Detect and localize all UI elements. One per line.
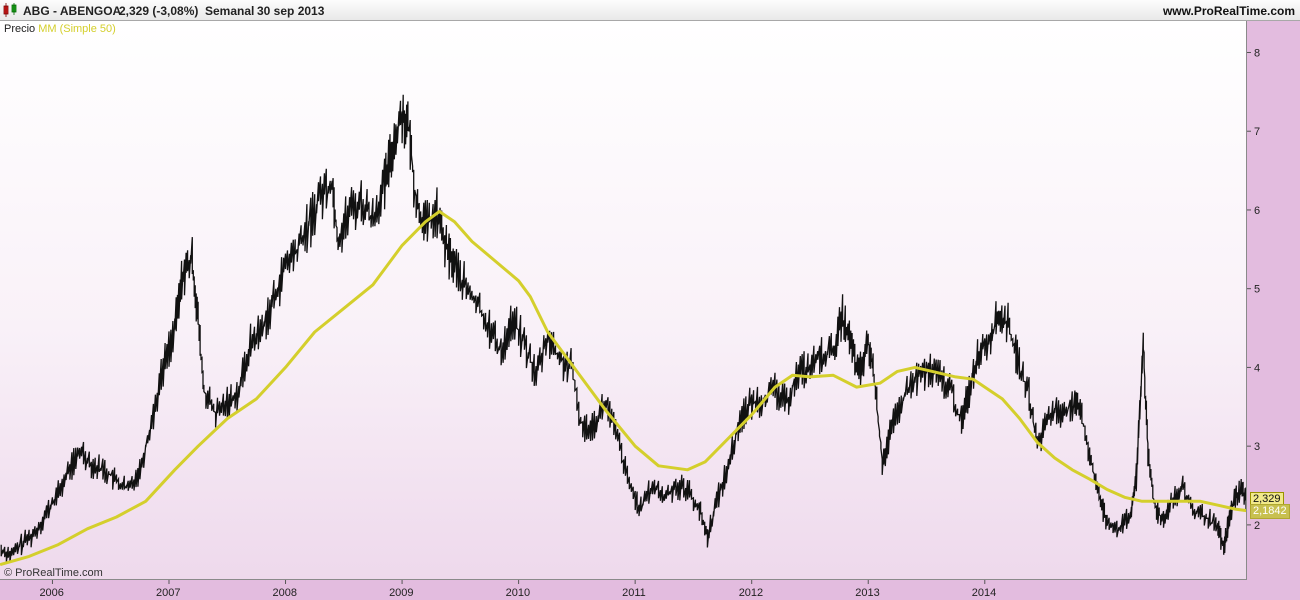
y-tick-label: 5 [1254, 284, 1260, 296]
price-chart [0, 94, 1246, 566]
y-tick-label: 7 [1254, 126, 1260, 138]
x-tick-label: 2013 [855, 587, 879, 599]
legend-moving-average: MM (Simple 50) [38, 23, 116, 35]
watermark: © ProRealTime.com [4, 567, 103, 579]
legend-price: Precio [4, 23, 36, 35]
y-tick-label: 3 [1254, 441, 1260, 453]
chart-header: ABG - ABENGOA 2,329 (-3,08%) Semanal 30 … [0, 0, 1300, 21]
y-tick-label: 2 [1254, 520, 1260, 532]
x-tick-label: 2010 [506, 587, 530, 599]
x-axis-ticks: 2006 2007 2008 2009 2010 2011 2012 2013 2014 [39, 580, 996, 599]
period-label: Semanal [205, 4, 255, 18]
site-link[interactable]: www.ProRealTime.com [1163, 4, 1295, 18]
x-axis[interactable]: 2006 2007 2008 2009 2010 2011 2012 2013 2014 [0, 580, 1247, 600]
date-label: 30 sep 2013 [257, 4, 325, 18]
x-tick-label: 2008 [273, 587, 297, 599]
ma-value-badge: 2,1842 [1250, 504, 1290, 519]
y-tick-label: 6 [1254, 205, 1260, 217]
legend: Precio MM (Simple 50) [4, 23, 116, 35]
y-tick-label: 4 [1254, 362, 1260, 374]
instrument-name: ABG - ABENGOA [23, 4, 122, 18]
x-tick-label: 2007 [156, 587, 180, 599]
x-tick-label: 2009 [389, 587, 413, 599]
x-tick-label: 2012 [739, 587, 763, 599]
x-tick-label: 2014 [972, 587, 996, 599]
y-tick-label: 8 [1254, 47, 1260, 59]
x-tick-label: 2006 [39, 587, 63, 599]
plot-area[interactable]: Precio MM (Simple 50) © ProRealTime.com [0, 21, 1247, 580]
last-price: 2,329 (-3,08%) [119, 4, 199, 18]
series-precio [0, 94, 1246, 563]
x-tick-label: 2011 [622, 587, 646, 599]
candlestick-icon [3, 3, 17, 17]
